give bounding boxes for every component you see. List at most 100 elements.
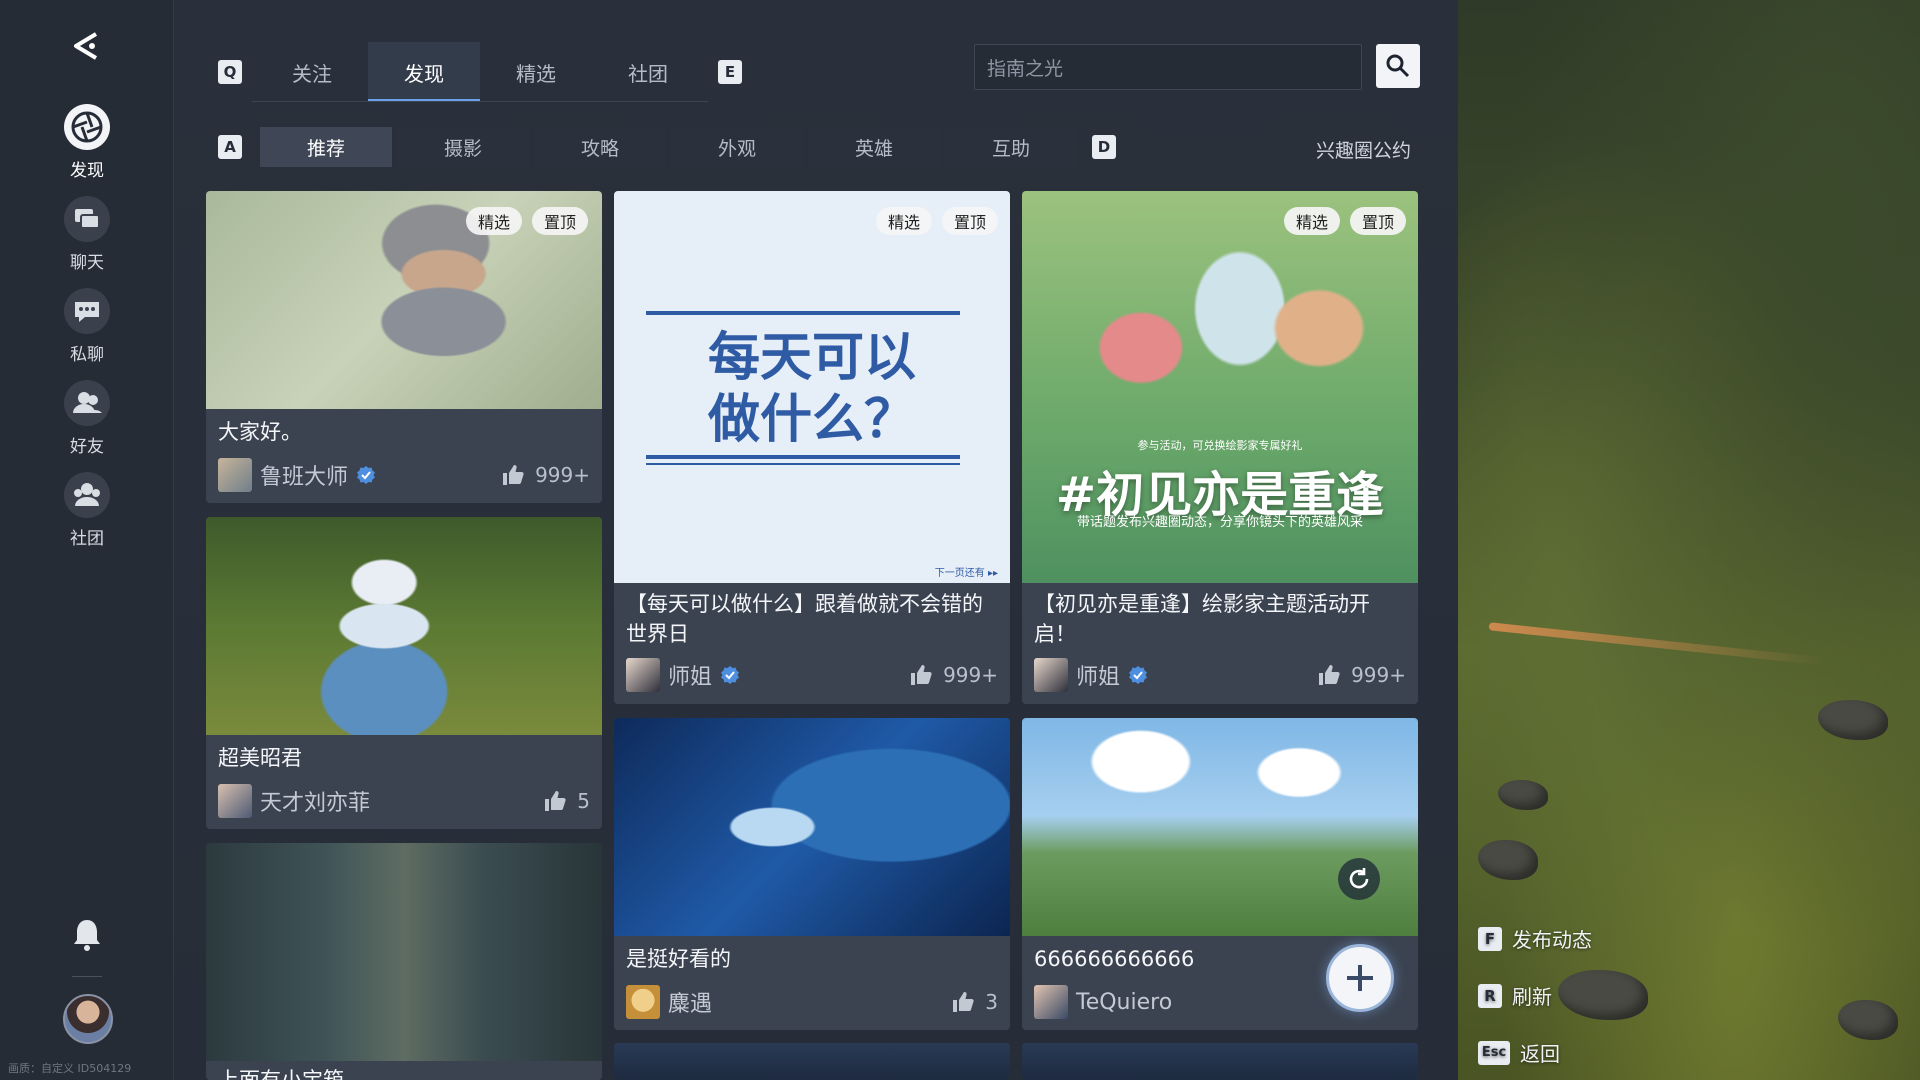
rock xyxy=(1478,840,1538,880)
rock xyxy=(1558,970,1648,1020)
avatar[interactable] xyxy=(63,994,113,1044)
post-meta: 天才刘亦菲 5 xyxy=(218,783,590,819)
post-card[interactable]: 精选 置顶 大家好。 鲁班大师 999+ xyxy=(206,191,602,503)
author-avatar[interactable] xyxy=(218,458,252,492)
post-title: 超美昭君 xyxy=(218,746,302,770)
aperture-icon xyxy=(64,104,110,150)
key-hint-d: D xyxy=(1092,135,1116,159)
image-subtitle: 带话题发布兴趣圈动态，分享你镜头下的英雄风采 xyxy=(1076,515,1363,530)
author-avatar[interactable] xyxy=(1034,658,1068,692)
subtab-label: 摄影 xyxy=(443,137,482,160)
sidebar-item-club[interactable]: 社团 xyxy=(0,472,174,552)
community-panel: 发现 聊天 私聊 好友 社团 画质：自定义 ID504129 Q 关注 发现 精… xyxy=(0,0,1458,1080)
like-count[interactable]: 999+ xyxy=(909,663,998,687)
sidebar-item-discover[interactable]: 发现 xyxy=(0,104,174,184)
like-count[interactable]: 999+ xyxy=(501,463,590,487)
author-name[interactable]: 师姐 xyxy=(668,659,712,691)
subtab-recommend[interactable]: 推荐 xyxy=(260,127,392,167)
back-arrow-icon[interactable] xyxy=(66,26,106,66)
author-avatar[interactable] xyxy=(218,784,252,818)
tab-follow[interactable]: 关注 xyxy=(256,42,368,102)
add-post-button[interactable] xyxy=(1326,944,1394,1012)
sidebar-divider xyxy=(72,976,102,977)
featured-badge: 精选 xyxy=(1284,207,1341,235)
author-avatar[interactable] xyxy=(1034,985,1068,1019)
author-name[interactable]: 师姐 xyxy=(1076,659,1120,691)
author-name[interactable]: 鲁班大师 xyxy=(260,459,348,491)
pinned-badge: 置顶 xyxy=(942,207,999,235)
tab-club[interactable]: 社团 xyxy=(592,42,704,102)
image-headline-line: 做什么？ xyxy=(707,389,916,450)
search-icon xyxy=(1386,54,1410,78)
post-card[interactable]: 是挺好看的 麋遇 3 xyxy=(614,718,1010,1030)
featured-badge: 精选 xyxy=(466,207,523,235)
pinned-badge: 置顶 xyxy=(532,207,589,235)
post-meta: 麋遇 3 xyxy=(626,984,998,1020)
subtab-heroes[interactable]: 英雄 xyxy=(808,127,940,167)
post-card[interactable]: 参与活动，可兑换绘影家专属好礼 #初见亦是重逢 带话题发布兴趣圈动态，分享你镜头… xyxy=(1022,191,1418,704)
post-image: 参与活动，可兑换绘影家专属好礼 #初见亦是重逢 带话题发布兴趣圈动态，分享你镜头… xyxy=(1022,191,1418,583)
subtab-photography[interactable]: 摄影 xyxy=(397,127,529,167)
search-button[interactable] xyxy=(1376,44,1420,88)
search-input[interactable]: 指南之光 xyxy=(974,44,1362,90)
like-count[interactable]: 5 xyxy=(543,789,590,813)
sidebar-item-private-chat[interactable]: 私聊 xyxy=(0,288,174,368)
tab-label: 精选 xyxy=(516,61,556,86)
sidebar-item-chat[interactable]: 聊天 xyxy=(0,196,174,276)
author-avatar[interactable] xyxy=(626,658,660,692)
key-hint-esc: Esc xyxy=(1478,1040,1510,1065)
subtab-label: 推荐 xyxy=(306,137,345,160)
decor-rule xyxy=(646,311,960,315)
verified-icon xyxy=(1129,666,1148,684)
tab-featured[interactable]: 精选 xyxy=(480,42,592,102)
author-name[interactable]: TeQuiero xyxy=(1076,990,1172,1015)
post-title: 上面有小宝箱 xyxy=(218,1068,344,1080)
verified-icon xyxy=(721,666,740,684)
author-name[interactable]: 天才刘亦菲 xyxy=(260,785,370,817)
bell-icon[interactable] xyxy=(67,914,107,954)
image-headline: 每天可以 做什么？ xyxy=(614,327,1010,451)
hotkey-label: 刷新 xyxy=(1512,985,1552,1009)
sub-tabs: A 推荐 摄影 攻略 外观 英雄 互助 D xyxy=(218,126,1116,168)
like-count-value: 5 xyxy=(577,789,590,813)
publish-post-hotkey[interactable]: F 发布动态 xyxy=(1478,924,1592,953)
post-image xyxy=(206,843,602,1061)
decor-rule xyxy=(646,463,960,465)
subtab-appearance[interactable]: 外观 xyxy=(671,127,803,167)
subtab-label: 英雄 xyxy=(854,137,893,160)
sidebar-item-label: 发现 xyxy=(70,161,104,181)
community-rules-link[interactable]: 兴趣圈公约 xyxy=(1316,136,1411,163)
post-image xyxy=(614,718,1010,936)
post-meta: 师姐 999+ xyxy=(626,657,998,693)
sidebar-item-friends[interactable]: 好友 xyxy=(0,380,174,460)
author-name[interactable]: 麋遇 xyxy=(668,986,712,1018)
thumbs-up-icon xyxy=(545,791,566,811)
image-footer: 下一页还有 ▸▸ xyxy=(934,568,998,579)
post-card[interactable] xyxy=(1022,1043,1418,1080)
key-hint-r: R xyxy=(1478,983,1502,1008)
subtab-label: 攻略 xyxy=(580,137,619,160)
back-hotkey[interactable]: Esc 返回 xyxy=(1478,1038,1560,1067)
post-card[interactable]: 超美昭君 天才刘亦菲 5 xyxy=(206,517,602,829)
decor-rule xyxy=(646,455,960,459)
image-note: 参与活动，可兑换绘影家专属好礼 xyxy=(1137,439,1303,452)
subtab-help[interactable]: 互助 xyxy=(945,127,1077,167)
tab-discover[interactable]: 发现 xyxy=(368,42,480,102)
verified-icon xyxy=(357,466,376,484)
subtab-label: 外观 xyxy=(717,137,756,160)
rock xyxy=(1838,1000,1898,1040)
author-avatar[interactable] xyxy=(626,985,660,1019)
post-card[interactable]: 上面有小宝箱 xyxy=(206,843,602,1080)
like-count[interactable]: 999+ xyxy=(1317,663,1406,687)
hotkey-label: 返回 xyxy=(1520,1042,1560,1066)
post-title: 【每天可以做什么】跟着做就不会错的世界日 xyxy=(626,592,983,646)
refresh-hotkey[interactable]: R 刷新 xyxy=(1478,981,1552,1010)
like-count[interactable]: 3 xyxy=(951,990,998,1014)
sidebar-item-label: 好友 xyxy=(70,437,104,457)
post-card[interactable]: 每天可以 做什么？ 下一页还有 ▸▸ 精选 置顶 【每天可以做什么】跟着做就不会… xyxy=(614,191,1010,704)
post-card[interactable] xyxy=(614,1043,1010,1080)
refresh-image-button[interactable] xyxy=(1338,858,1380,900)
key-hint-e: E xyxy=(718,60,742,84)
post-meta: 鲁班大师 999+ xyxy=(218,457,590,493)
subtab-guide[interactable]: 攻略 xyxy=(534,127,666,167)
